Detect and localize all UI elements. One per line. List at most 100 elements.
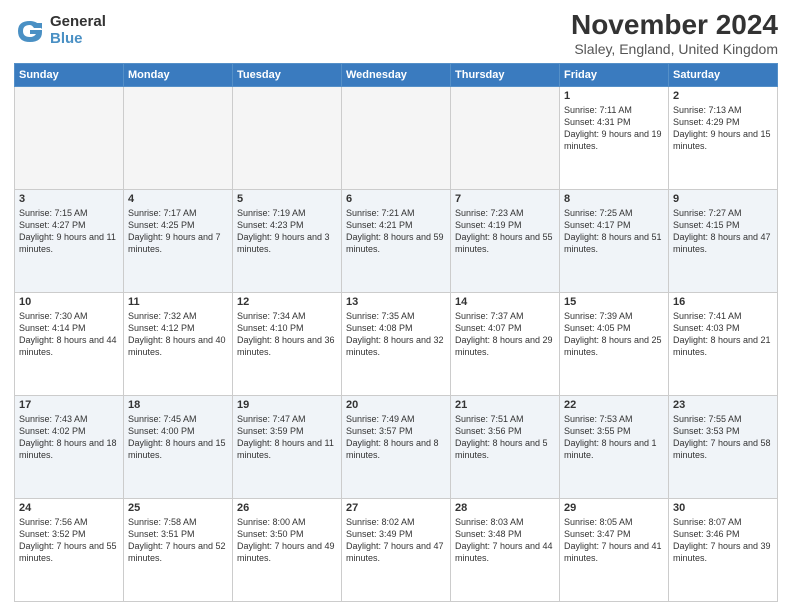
cell-5-2: 25 Sunrise: 7:58 AM Sunset: 3:51 PM Dayli… [124, 498, 233, 601]
cell-4-6: 22 Sunrise: 7:53 AM Sunset: 3:55 PM Dayli… [560, 395, 669, 498]
day-info: Sunrise: 7:13 AM Sunset: 4:29 PM Dayligh… [673, 104, 773, 153]
cell-2-1: 3 Sunrise: 7:15 AM Sunset: 4:27 PM Daylig… [15, 189, 124, 292]
week-row-2: 3 Sunrise: 7:15 AM Sunset: 4:27 PM Daylig… [15, 189, 778, 292]
cell-1-3 [233, 86, 342, 189]
day-info: Sunrise: 7:51 AM Sunset: 3:56 PM Dayligh… [455, 413, 555, 462]
day-info: Sunrise: 7:21 AM Sunset: 4:21 PM Dayligh… [346, 207, 446, 256]
cell-5-4: 27 Sunrise: 8:02 AM Sunset: 3:49 PM Dayli… [342, 498, 451, 601]
day-info: Sunrise: 7:17 AM Sunset: 4:25 PM Dayligh… [128, 207, 228, 256]
col-saturday: Saturday [669, 63, 778, 86]
day-number: 4 [128, 193, 228, 205]
day-number: 23 [673, 399, 773, 411]
cell-3-7: 16Sunrise: 7:41 AM Sunset: 4:03 PM Dayli… [669, 292, 778, 395]
day-number: 14 [455, 296, 555, 308]
col-thursday: Thursday [451, 63, 560, 86]
page: General Blue November 2024 Slaley, Engla… [0, 0, 792, 612]
week-row-1: 1 Sunrise: 7:11 AM Sunset: 4:31 PM Daylig… [15, 86, 778, 189]
cell-3-6: 15Sunrise: 7:39 AM Sunset: 4:05 PM Dayli… [560, 292, 669, 395]
cell-1-1 [15, 86, 124, 189]
cell-3-5: 14 Sunrise: 7:37 AM Sunset: 4:07 PM Dayli… [451, 292, 560, 395]
day-info: Sunrise: 7:34 AM Sunset: 4:10 PM Dayligh… [237, 310, 337, 359]
cell-5-5: 28 Sunrise: 8:03 AM Sunset: 3:48 PM Dayli… [451, 498, 560, 601]
day-number: 22 [564, 399, 664, 411]
cell-1-7: 2Sunrise: 7:13 AM Sunset: 4:29 PM Daylig… [669, 86, 778, 189]
day-info: Sunrise: 7:58 AM Sunset: 3:51 PM Dayligh… [128, 516, 228, 565]
cell-1-6: 1 Sunrise: 7:11 AM Sunset: 4:31 PM Daylig… [560, 86, 669, 189]
logo-general: General [50, 14, 106, 31]
cell-5-7: 30 Sunrise: 8:07 AM Sunset: 3:46 PM Dayli… [669, 498, 778, 601]
day-info: Sunrise: 7:15 AM Sunset: 4:27 PM Dayligh… [19, 207, 119, 256]
cell-5-1: 24 Sunrise: 7:56 AM Sunset: 3:52 PM Dayli… [15, 498, 124, 601]
cell-2-4: 6 Sunrise: 7:21 AM Sunset: 4:21 PM Daylig… [342, 189, 451, 292]
day-number: 28 [455, 502, 555, 514]
day-info: Sunrise: 8:02 AM Sunset: 3:49 PM Dayligh… [346, 516, 446, 565]
cell-4-3: 19Sunrise: 7:47 AM Sunset: 3:59 PM Dayli… [233, 395, 342, 498]
calendar-header: Sunday Monday Tuesday Wednesday Thursday… [15, 63, 778, 86]
day-number: 26 [237, 502, 337, 514]
day-number: 24 [19, 502, 119, 514]
calendar-table: Sunday Monday Tuesday Wednesday Thursday… [14, 63, 778, 602]
day-number: 20 [346, 399, 446, 411]
day-number: 3 [19, 193, 119, 205]
col-sunday: Sunday [15, 63, 124, 86]
day-number: 13 [346, 296, 446, 308]
cell-4-5: 21 Sunrise: 7:51 AM Sunset: 3:56 PM Dayli… [451, 395, 560, 498]
day-number: 27 [346, 502, 446, 514]
day-info: Sunrise: 8:00 AM Sunset: 3:50 PM Dayligh… [237, 516, 337, 565]
cell-5-3: 26 Sunrise: 8:00 AM Sunset: 3:50 PM Dayli… [233, 498, 342, 601]
day-number: 25 [128, 502, 228, 514]
title-block: November 2024 Slaley, England, United Ki… [571, 10, 778, 57]
day-info: Sunrise: 7:25 AM Sunset: 4:17 PM Dayligh… [564, 207, 664, 256]
day-info: Sunrise: 7:55 AM Sunset: 3:53 PM Dayligh… [673, 413, 773, 462]
day-info: Sunrise: 8:07 AM Sunset: 3:46 PM Dayligh… [673, 516, 773, 565]
week-row-4: 17 Sunrise: 7:43 AM Sunset: 4:02 PM Dayli… [15, 395, 778, 498]
day-number: 17 [19, 399, 119, 411]
cell-3-2: 11 Sunrise: 7:32 AM Sunset: 4:12 PM Dayli… [124, 292, 233, 395]
day-info: Sunrise: 7:19 AM Sunset: 4:23 PM Dayligh… [237, 207, 337, 256]
logo-icon [14, 15, 46, 47]
cell-4-7: 23 Sunrise: 7:55 AM Sunset: 3:53 PM Dayli… [669, 395, 778, 498]
cell-1-2 [124, 86, 233, 189]
day-number: 5 [237, 193, 337, 205]
cell-3-3: 12Sunrise: 7:34 AM Sunset: 4:10 PM Dayli… [233, 292, 342, 395]
day-info: Sunrise: 7:47 AM Sunset: 3:59 PM Dayligh… [237, 413, 337, 462]
cell-3-4: 13Sunrise: 7:35 AM Sunset: 4:08 PM Dayli… [342, 292, 451, 395]
cell-2-7: 9 Sunrise: 7:27 AM Sunset: 4:15 PM Daylig… [669, 189, 778, 292]
cell-1-4 [342, 86, 451, 189]
day-info: Sunrise: 7:27 AM Sunset: 4:15 PM Dayligh… [673, 207, 773, 256]
calendar-body: 1 Sunrise: 7:11 AM Sunset: 4:31 PM Daylig… [15, 86, 778, 601]
day-number: 11 [128, 296, 228, 308]
day-info: Sunrise: 7:45 AM Sunset: 4:00 PM Dayligh… [128, 413, 228, 462]
header: General Blue November 2024 Slaley, Engla… [14, 10, 778, 57]
day-number: 7 [455, 193, 555, 205]
day-number: 1 [564, 90, 664, 102]
day-info: Sunrise: 7:56 AM Sunset: 3:52 PM Dayligh… [19, 516, 119, 565]
cell-1-5 [451, 86, 560, 189]
cell-2-3: 5 Sunrise: 7:19 AM Sunset: 4:23 PM Daylig… [233, 189, 342, 292]
day-number: 18 [128, 399, 228, 411]
day-number: 30 [673, 502, 773, 514]
day-info: Sunrise: 7:53 AM Sunset: 3:55 PM Dayligh… [564, 413, 664, 462]
col-monday: Monday [124, 63, 233, 86]
day-number: 10 [19, 296, 119, 308]
col-friday: Friday [560, 63, 669, 86]
day-number: 8 [564, 193, 664, 205]
day-number: 15 [564, 296, 664, 308]
week-row-5: 24 Sunrise: 7:56 AM Sunset: 3:52 PM Dayli… [15, 498, 778, 601]
day-info: Sunrise: 8:03 AM Sunset: 3:48 PM Dayligh… [455, 516, 555, 565]
cell-4-1: 17 Sunrise: 7:43 AM Sunset: 4:02 PM Dayli… [15, 395, 124, 498]
day-info: Sunrise: 7:11 AM Sunset: 4:31 PM Dayligh… [564, 104, 664, 153]
cell-5-6: 29Sunrise: 8:05 AM Sunset: 3:47 PM Dayli… [560, 498, 669, 601]
day-info: Sunrise: 7:37 AM Sunset: 4:07 PM Dayligh… [455, 310, 555, 359]
day-number: 21 [455, 399, 555, 411]
col-wednesday: Wednesday [342, 63, 451, 86]
day-number: 9 [673, 193, 773, 205]
day-info: Sunrise: 7:32 AM Sunset: 4:12 PM Dayligh… [128, 310, 228, 359]
day-info: Sunrise: 7:23 AM Sunset: 4:19 PM Dayligh… [455, 207, 555, 256]
day-info: Sunrise: 7:43 AM Sunset: 4:02 PM Dayligh… [19, 413, 119, 462]
day-number: 6 [346, 193, 446, 205]
location: Slaley, England, United Kingdom [571, 41, 778, 57]
day-number: 29 [564, 502, 664, 514]
logo: General Blue [14, 14, 106, 47]
cell-3-1: 10Sunrise: 7:30 AM Sunset: 4:14 PM Dayli… [15, 292, 124, 395]
